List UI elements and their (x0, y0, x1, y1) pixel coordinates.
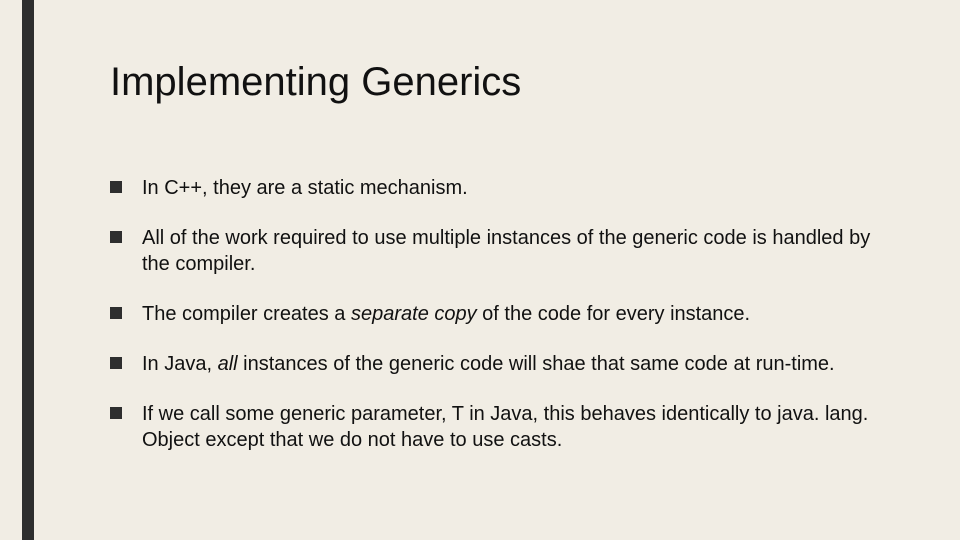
list-item: All of the work required to use multiple… (110, 225, 900, 277)
bullet-list: In C++, they are a static mechanism. All… (110, 175, 900, 453)
slide-title: Implementing Generics (110, 60, 900, 105)
bullet-text-suffix: instances of the generic code will shae … (238, 353, 835, 375)
bullet-text: If we call some generic parameter, T in … (142, 403, 868, 451)
bullet-text-prefix: The compiler creates a (142, 303, 351, 325)
list-item: In Java, all instances of the generic co… (110, 351, 900, 377)
bullet-text-prefix: In Java, (142, 353, 218, 375)
slide: Implementing Generics In C++, they are a… (0, 0, 960, 540)
list-item: If we call some generic parameter, T in … (110, 401, 900, 453)
list-item: In C++, they are a static mechanism. (110, 175, 900, 201)
bullet-text-italic: separate copy (351, 303, 477, 325)
list-item: The compiler creates a separate copy of … (110, 301, 900, 327)
bullet-text: In C++, they are a static mechanism. (142, 177, 468, 199)
slide-content: Implementing Generics In C++, they are a… (110, 60, 900, 477)
bullet-text-italic: all (218, 353, 238, 375)
bullet-text: All of the work required to use multiple… (142, 227, 870, 275)
bullet-text-suffix: of the code for every instance. (477, 303, 751, 325)
accent-bar (22, 0, 34, 540)
